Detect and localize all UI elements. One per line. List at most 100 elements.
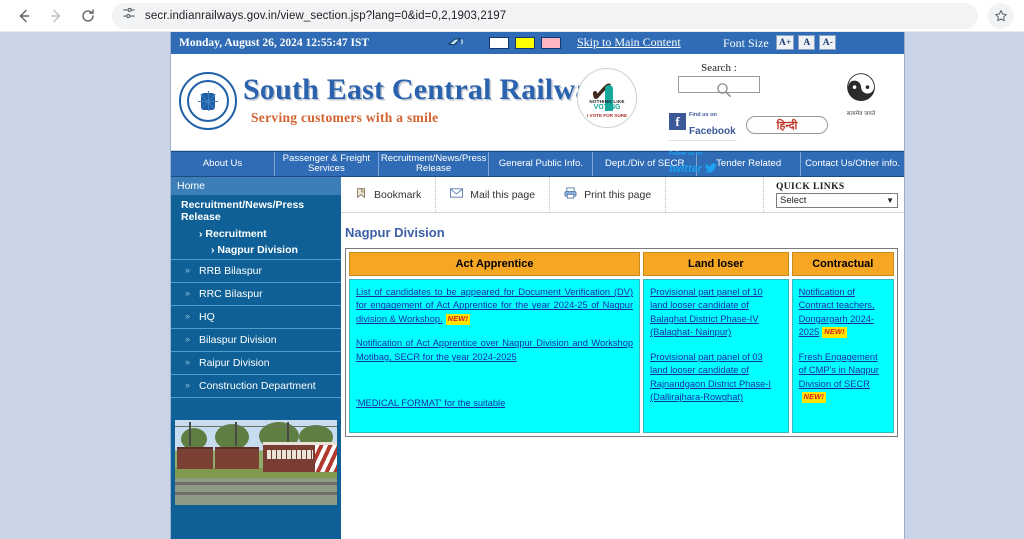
sidebar-item-bilaspur-division-label: Bilaspur Division [199, 333, 277, 346]
quick-links-label: QUICK LINKS [776, 181, 845, 192]
font-increase-button[interactable]: A+ [776, 35, 795, 50]
magnifier-icon[interactable] [716, 82, 732, 103]
twitter-label: twitter [669, 162, 702, 175]
quick-links-area: QUICK LINKS Select ▼ [764, 182, 904, 208]
site-settings-icon[interactable] [122, 6, 136, 25]
cell-contractual: Notification of Contract teachers, Donga… [791, 279, 894, 433]
quick-links-select[interactable]: Select ▼ [776, 192, 898, 208]
social-links: f Find us on Facebook Follow us on twitt… [669, 102, 737, 178]
sidebar-item-rrb-bilaspur[interactable]: » RRB Bilaspur [171, 258, 341, 282]
cell-spacer [356, 375, 633, 397]
font-size-label: Font Size [723, 36, 769, 50]
facebook-icon: f [669, 112, 686, 130]
hindi-language-button[interactable]: हिन्दी [746, 116, 828, 134]
chevron-right-icon: › [211, 243, 215, 256]
print-page-label: Print this page [584, 188, 652, 201]
sidebar-item-bilaspur-division[interactable]: » Bilaspur Division [171, 327, 341, 351]
new-badge: NEW! [445, 313, 471, 325]
twitter-small-text: Follow us on [669, 151, 703, 157]
double-chevron-icon: » [185, 287, 191, 298]
indian-railways-emblem-icon [179, 72, 237, 130]
sidebar-item-rrc-bilaspur-label: RRC Bilaspur [199, 287, 263, 300]
table-header-row: Act Apprentice Land loser Contractual [349, 252, 894, 276]
column-header-contractual: Contractual [791, 252, 894, 276]
table-row: List of candidates to be appeared for Do… [349, 279, 894, 433]
top-utility-strip: Monday, August 26, 2024 12:55:47 IST Ski… [171, 32, 904, 54]
font-size-buttons[interactable]: A+ A A- [776, 35, 837, 50]
link-land-loser-rajnandgaon-phase-i[interactable]: Provisional part panel of 03 land looser… [650, 351, 782, 405]
utility-spacer [666, 177, 764, 212]
sidebar-item-hq-label: HQ [199, 310, 215, 323]
double-chevron-icon: » [185, 310, 191, 321]
main-navigation: About Us Passenger & Freight Services Re… [171, 151, 904, 177]
skip-to-main-content-link[interactable]: Skip to Main Content [577, 35, 681, 50]
link-medical-format[interactable]: 'MEDICAL FORMAT' for the suitable [356, 397, 633, 410]
envelope-icon [450, 188, 464, 201]
nav-item-recruitment-news-press-release[interactable]: Recruitment/News/Press Release [379, 152, 490, 176]
sidebar-item-construction-department-label: Construction Department [199, 379, 316, 392]
swatch-white[interactable] [489, 37, 509, 49]
main-content: Bookmark Mail this page Print this page [341, 177, 904, 539]
sidebar-item-home[interactable]: Home [171, 177, 341, 195]
left-sidebar: Home Recruitment/News/Press Release › Re… [171, 177, 341, 539]
link-land-loser-balaghat-phase-iv[interactable]: Provisional part panel of 10 land looser… [650, 286, 782, 340]
website-page: Monday, August 26, 2024 12:55:47 IST Ski… [170, 32, 905, 539]
nav-item-passenger-freight-services[interactable]: Passenger & Freight Services [275, 152, 379, 176]
audio-speaker-icon[interactable] [447, 35, 467, 55]
nav-item-contact-us-other-info[interactable]: Contact Us/Other info. [801, 152, 904, 176]
recruitment-table-wrapper: Act Apprentice Land loser Contractual Li… [341, 248, 904, 437]
cell-act-apprentice: List of candidates to be appeared for Do… [349, 279, 641, 433]
twitter-bird-icon [705, 160, 717, 178]
sidebar-item-rrc-bilaspur[interactable]: » RRC Bilaspur [171, 281, 341, 305]
sidebar-item-hq[interactable]: » HQ [171, 304, 341, 328]
column-header-land-loser: Land loser [643, 252, 789, 276]
address-bar[interactable]: secr.indianrailways.gov.in/view_section.… [112, 2, 978, 29]
print-page-button[interactable]: Print this page [550, 177, 667, 212]
sidebar-item-recruitment-label: Recruitment [205, 227, 267, 240]
site-title: South East Central Railway [243, 73, 606, 106]
back-arrow-icon[interactable] [10, 2, 38, 30]
link-act-apprentice-dv-list[interactable]: List of candidates to be appeared for Do… [356, 286, 633, 326]
page-utility-bar: Bookmark Mail this page Print this page [341, 177, 904, 213]
ashoka-emblem-caption: सत्यमेव जयते [846, 111, 876, 117]
swatch-pink[interactable] [541, 37, 561, 49]
sidebar-section-recruitment-news-press-release[interactable]: Recruitment/News/Press Release [171, 195, 341, 226]
link-act-apprentice-notification[interactable]: Notification of Act Apprentice over Nagp… [356, 337, 633, 364]
cell-land-loser: Provisional part panel of 10 land looser… [643, 279, 789, 433]
sidebar-item-nagpur-division[interactable]: › Nagpur Division [171, 242, 341, 259]
chevron-right-icon: › [199, 227, 203, 240]
freight-train-photo [175, 419, 337, 505]
nav-item-about-us[interactable]: About Us [171, 152, 275, 176]
link-contract-teachers-dongargarh[interactable]: Notification of Contract teachers, Donga… [799, 286, 887, 340]
link-fresh-engagement-cmp[interactable]: Fresh Engagement of CMP's in Nagpur Divi… [799, 351, 887, 405]
link-text: List of candidates to be appeared for Do… [356, 287, 634, 324]
star-icon[interactable] [988, 2, 1014, 29]
forward-arrow-icon[interactable] [42, 2, 70, 30]
sidebar-item-construction-department[interactable]: » Construction Department [171, 373, 341, 397]
facebook-link[interactable]: f Find us on Facebook [669, 102, 737, 141]
theme-swatches[interactable] [489, 37, 561, 49]
nav-item-general-public-info[interactable]: General Public Info. [489, 152, 594, 176]
mail-page-button[interactable]: Mail this page [436, 177, 551, 212]
sidebar-item-recruitment[interactable]: › Recruitment [171, 226, 341, 242]
font-decrease-button[interactable]: A- [819, 35, 837, 50]
ashoka-emblem-icon: ☯ सत्यमेव जयते [826, 70, 896, 117]
bookmark-button[interactable]: Bookmark [341, 177, 437, 212]
twitter-link[interactable]: Follow us on twitter [669, 141, 737, 178]
facebook-small-text: Find us on [689, 112, 717, 118]
vote-logo-line3: I VOTE FOR SURE [586, 113, 628, 118]
new-badge: NEW! [822, 327, 847, 339]
page-body: Home Recruitment/News/Press Release › Re… [171, 177, 904, 539]
voting-awareness-logo: ✓ NOTHING LIKE VOTING I VOTE FOR SURE [575, 68, 639, 136]
quick-links-selected-value: Select [780, 194, 807, 206]
sidebar-item-nagpur-division-label: Nagpur Division [217, 243, 298, 256]
bookmark-label: Bookmark [374, 188, 422, 201]
font-normal-button[interactable]: A [798, 35, 816, 50]
reload-icon[interactable] [74, 2, 102, 30]
sidebar-item-raipur-division[interactable]: » Raipur Division [171, 350, 341, 374]
link-text: Fresh Engagement of CMP's in Nagpur Divi… [798, 351, 879, 389]
swatch-yellow[interactable] [515, 37, 535, 49]
double-chevron-icon: » [185, 333, 191, 344]
facebook-label: Facebook [689, 126, 736, 137]
datetime-text: Monday, August 26, 2024 12:55:47 IST [179, 37, 370, 49]
